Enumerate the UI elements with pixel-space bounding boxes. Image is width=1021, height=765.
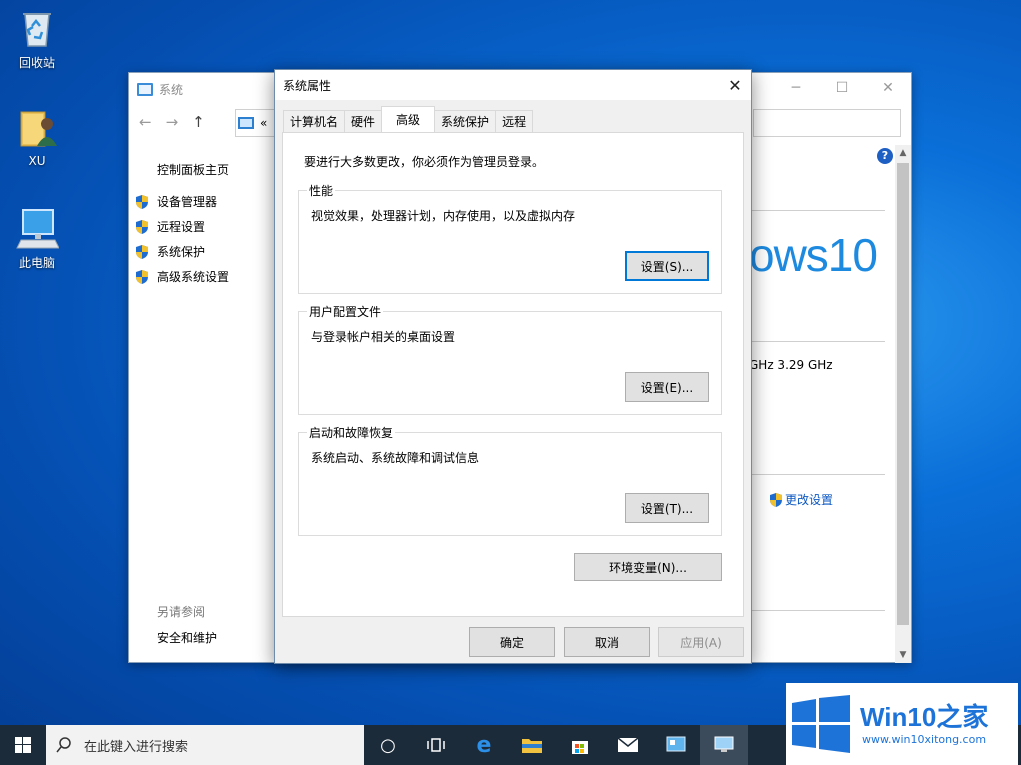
taskbar-search-box[interactable]: 在此键入进行搜索 [46, 725, 364, 765]
recycle-bin-icon [15, 6, 59, 50]
device-manager-link[interactable]: 设备管理器 [135, 193, 217, 210]
minimize-button[interactable]: ─ [773, 73, 819, 102]
tab-system-protection[interactable]: 系统保护 [434, 110, 497, 132]
shield-icon [135, 194, 149, 210]
user-folder-icon [15, 106, 59, 150]
group-description: 视觉效果，处理器计划，内存使用，以及虚拟内存 [311, 209, 576, 223]
startup-recovery-group: 启动和故障恢复 系统启动、系统故障和调试信息 设置(T)... [298, 424, 722, 536]
search-box[interactable] [753, 109, 901, 137]
group-description: 与登录帐户相关的桌面设置 [311, 330, 456, 344]
mail-icon[interactable] [604, 725, 652, 765]
start-button[interactable] [0, 725, 46, 765]
edge-browser-icon[interactable]: e [460, 725, 508, 765]
tab-advanced[interactable]: 高级 [381, 106, 436, 132]
vertical-scrollbar[interactable]: ▲ ▼ [895, 145, 911, 663]
security-maintenance-link[interactable]: 安全和维护 [157, 629, 217, 646]
search-icon [56, 737, 71, 753]
tab-hardware[interactable]: 硬件 [344, 110, 383, 132]
group-description: 系统启动、系统故障和调试信息 [311, 451, 480, 465]
group-label: 性能 [307, 182, 336, 199]
performance-settings-button[interactable]: 设置(S)... [625, 251, 709, 281]
shield-icon [769, 492, 783, 508]
computer-icon [15, 206, 60, 250]
desktop-icon-recycle-bin[interactable]: 回收站 [0, 6, 74, 71]
user-profiles-settings-button[interactable]: 设置(E)... [625, 372, 709, 402]
remote-settings-link[interactable]: 远程设置 [135, 218, 205, 235]
monitor-icon [137, 82, 153, 96]
windows-10-logo-text: ows10 [749, 229, 878, 281]
change-settings-link[interactable]: 更改设置 [769, 491, 833, 508]
file-explorer-icon[interactable] [508, 725, 556, 765]
help-icon[interactable]: ? [877, 148, 893, 164]
processor-speed: GHz 3.29 GHz [749, 358, 833, 372]
dialog-close-icon[interactable]: ✕ [719, 70, 751, 100]
store-icon[interactable] [556, 725, 604, 765]
apply-button[interactable]: 应用(A) [658, 627, 744, 657]
divider [749, 610, 885, 611]
group-label: 启动和故障恢复 [307, 424, 396, 441]
cancel-button[interactable]: 取消 [564, 627, 650, 657]
watermark-logo: Win10之家 www.win10xitong.com [786, 683, 1018, 765]
desktop-icon-label: 此电脑 [18, 256, 55, 270]
search-placeholder: 在此键入进行搜索 [84, 739, 189, 755]
computer-small-icon [238, 117, 254, 129]
desktop-icon-this-pc[interactable]: 此电脑 [0, 206, 74, 271]
dialog-title: 系统属性 [283, 79, 332, 93]
environment-variables-button[interactable]: 环境变量(N)... [574, 553, 722, 581]
windows-logo-icon [792, 695, 850, 753]
forward-arrow-icon[interactable]: → [166, 113, 179, 131]
back-arrow-icon[interactable]: ← [139, 113, 152, 131]
scroll-thumb[interactable] [897, 163, 909, 625]
shield-icon [135, 269, 149, 285]
tab-remote[interactable]: 远程 [495, 110, 534, 132]
maximize-button[interactable]: ☐ [819, 73, 865, 102]
system-window-title: 系统 [137, 79, 183, 99]
close-button[interactable]: ✕ [865, 73, 911, 102]
system-window-taskbar-icon[interactable] [700, 725, 748, 765]
tab-strip: 计算机名 硬件 高级 系统保护 远程 [283, 106, 534, 132]
desktop-icon-label: 回收站 [18, 56, 55, 70]
user-profiles-group: 用户配置文件 与登录帐户相关的桌面设置 设置(E)... [298, 303, 722, 415]
admin-note: 要进行大多数更改，你必须作为管理员登录。 [304, 155, 545, 169]
desktop-icon-user-folder[interactable]: XU [0, 106, 74, 168]
window-controls: ─ ☐ ✕ [773, 73, 911, 102]
cortana-icon[interactable]: ○ [364, 725, 412, 765]
divider [749, 210, 885, 211]
up-arrow-icon[interactable]: ↑ [192, 113, 205, 131]
divider [749, 474, 885, 475]
tab-computer-name[interactable]: 计算机名 [283, 110, 346, 132]
startup-recovery-settings-button[interactable]: 设置(T)... [625, 493, 709, 523]
scroll-up-icon[interactable]: ▲ [895, 145, 911, 161]
control-panel-icon[interactable] [652, 725, 700, 765]
desktop-icon-label: XU [28, 154, 46, 168]
control-panel-home-link[interactable]: 控制面板主页 [157, 161, 229, 178]
scroll-down-icon[interactable]: ▼ [895, 647, 911, 663]
see-also-heading: 另请参阅 [157, 605, 206, 619]
system-protection-link[interactable]: 系统保护 [135, 243, 205, 260]
address-fragment: « [260, 116, 268, 130]
advanced-system-settings-link[interactable]: 高级系统设置 [135, 268, 229, 285]
watermark-title: Win10之家 [860, 702, 989, 732]
shield-icon [135, 219, 149, 235]
address-bar[interactable]: « [235, 109, 275, 137]
advanced-tab-panel: 要进行大多数更改，你必须作为管理员登录。 性能 视觉效果，处理器计划，内存使用，… [282, 132, 744, 617]
system-properties-dialog[interactable]: 系统属性 ✕ 计算机名 硬件 高级 系统保护 远程 要进行大多数更改，你必须作为… [274, 69, 752, 664]
navigation-buttons: ← → ↑ [139, 113, 205, 131]
watermark-url: www.win10xitong.com [862, 733, 987, 746]
ok-button[interactable]: 确定 [469, 627, 555, 657]
shield-icon [135, 244, 149, 260]
dialog-titlebar: 系统属性 ✕ [275, 70, 751, 100]
task-view-icon[interactable] [412, 725, 460, 765]
windows-logo-icon [15, 737, 31, 753]
group-label: 用户配置文件 [307, 303, 384, 320]
divider [749, 341, 885, 342]
performance-group: 性能 视觉效果，处理器计划，内存使用，以及虚拟内存 设置(S)... [298, 182, 722, 294]
